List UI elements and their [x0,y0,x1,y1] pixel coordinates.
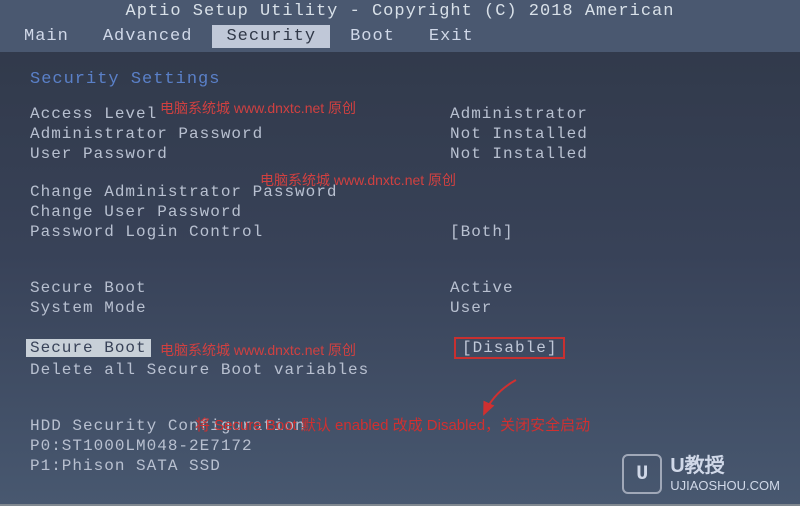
logo-badge-icon: U [622,454,662,494]
logo-primary: U教授 [670,454,780,478]
logo-secondary: UJIAOSHOU.COM [670,478,780,494]
row-secure-boot[interactable]: Secure Boot [Disable] [30,337,770,359]
login-control-value[interactable]: [Both] [450,223,514,241]
annotation-text: 将 Secure Boot 默认 enabled 改成 Disabled，关闭安… [195,414,590,435]
admin-password-value: Not Installed [450,125,588,143]
row-drive0[interactable]: P0:ST1000LM048-2E7172 [30,437,770,455]
row-user-password: User Password Not Installed [30,145,770,163]
tab-boot[interactable]: Boot [336,25,409,48]
system-mode-value: User [450,299,492,317]
user-password-value: Not Installed [450,145,588,163]
secure-boot-value[interactable]: [Disable] [454,337,565,359]
change-user-password-link[interactable]: Change User Password [30,203,450,221]
bios-header: Aptio Setup Utility - Copyright (C) 2018… [0,0,800,23]
access-level-value: Administrator [450,105,588,123]
tab-security[interactable]: Security [212,25,330,48]
bios-screen: Aptio Setup Utility - Copyright (C) 2018… [0,0,800,506]
logo-text: U教授 UJIAOSHOU.COM [670,454,780,494]
tab-exit[interactable]: Exit [415,25,488,48]
admin-password-label: Administrator Password [30,125,450,143]
delete-secure-boot-vars-link[interactable]: Delete all Secure Boot variables [30,361,630,379]
secure-boot-label: Secure Boot [26,339,151,357]
access-level-label: Access Level [30,105,450,123]
footer-logo: U U教授 UJIAOSHOU.COM [622,454,780,494]
row-system-mode: System Mode User [30,299,770,317]
drive1-link[interactable]: P1:Phison SATA SSD [30,457,630,475]
row-change-user[interactable]: Change User Password [30,203,770,221]
secure-boot-status-label: Secure Boot [30,279,450,297]
tab-advanced[interactable]: Advanced [89,25,207,48]
row-delete-vars[interactable]: Delete all Secure Boot variables [30,361,770,379]
secure-boot-status-value: Active [450,279,514,297]
tab-main[interactable]: Main [10,25,83,48]
secure-boot-label-wrap: Secure Boot [30,339,454,357]
system-mode-label: System Mode [30,299,450,317]
row-access-level: Access Level Administrator [30,105,770,123]
row-admin-password: Administrator Password Not Installed [30,125,770,143]
change-admin-password-link[interactable]: Change Administrator Password [30,183,450,201]
tab-bar: Main Advanced Security Boot Exit [0,23,800,52]
row-change-admin[interactable]: Change Administrator Password [30,183,770,201]
login-control-label: Password Login Control [30,223,450,241]
row-secure-boot-status: Secure Boot Active [30,279,770,297]
drive0-link[interactable]: P0:ST1000LM048-2E7172 [30,437,630,455]
row-login-control[interactable]: Password Login Control [Both] [30,223,770,241]
section-title: Security Settings [30,70,770,89]
user-password-label: User Password [30,145,450,163]
